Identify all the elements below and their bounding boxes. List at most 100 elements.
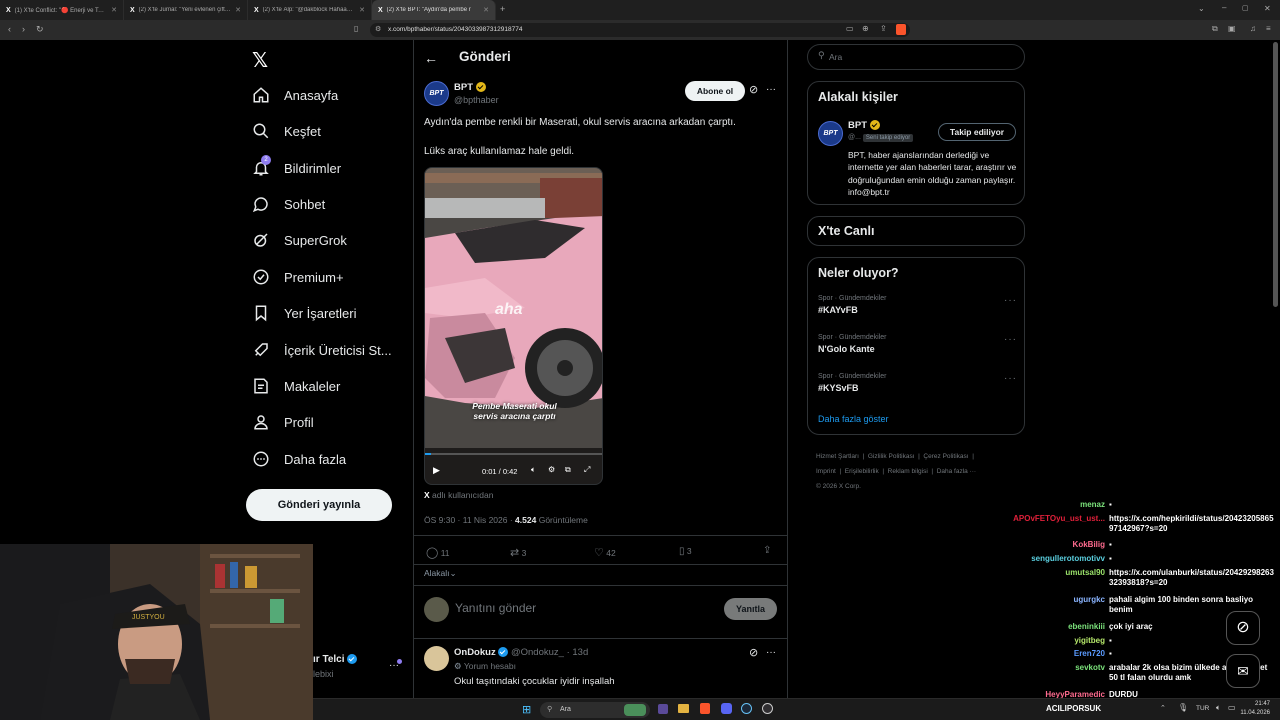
reload-icon[interactable]: ↻: [36, 24, 44, 35]
nav-item-premium[interactable]: Premium+: [252, 265, 344, 289]
site-info-icon[interactable]: ⚙: [375, 25, 381, 33]
more-options-icon[interactable]: ···: [766, 647, 776, 658]
nav-item-home[interactable]: Anasayfa: [252, 83, 338, 107]
related-avatar[interactable]: BPT: [818, 121, 843, 146]
menu-icon[interactable]: ≡: [1266, 24, 1271, 33]
reply-avatar[interactable]: [424, 646, 449, 671]
grok-icon[interactable]: ⊘: [749, 646, 758, 659]
browser-tab[interactable]: X (1) X'te Conflict: "🔴 Enerji ve Tabii K…: [0, 0, 124, 20]
cast-icon[interactable]: ▭: [846, 24, 854, 33]
minimize-icon[interactable]: –: [1222, 3, 1226, 12]
grok-icon[interactable]: ⊘: [749, 83, 758, 96]
nav-item-explore[interactable]: Keşfet: [252, 119, 321, 143]
brave-browser-icon[interactable]: [700, 703, 710, 714]
chevron-down-icon[interactable]: ⌄: [1198, 4, 1205, 13]
author-handle[interactable]: @bpthaber: [454, 95, 499, 105]
obs-icon[interactable]: [762, 703, 773, 714]
microphone-icon[interactable]: 🎙︎: [1178, 703, 1188, 712]
browser-tab[interactable]: X (2) X'te Jurnal: "Yeni evlenen çift, ma…: [124, 0, 248, 20]
related-name[interactable]: BPT: [848, 120, 880, 131]
close-tab-icon[interactable]: ✕: [235, 6, 241, 14]
windows-start-icon[interactable]: ⊞: [522, 703, 531, 716]
language-indicator[interactable]: TUR: [1196, 705, 1209, 712]
file-explorer-icon[interactable]: [678, 704, 689, 713]
nav-item-bookmarks[interactable]: Yer İşaretleri: [252, 301, 357, 325]
nav-item-articles[interactable]: Makaleler: [252, 374, 340, 398]
source-attribution[interactable]: X adlı kullanıcıdan: [424, 490, 493, 500]
nav-item-chat[interactable]: Sohbet: [252, 192, 325, 216]
maximize-icon[interactable]: ▢: [1242, 4, 1249, 12]
following-button[interactable]: Takip ediliyor: [938, 123, 1016, 141]
close-tab-icon[interactable]: ✕: [359, 6, 365, 14]
avatar[interactable]: BPT: [424, 81, 449, 106]
back-icon[interactable]: ‹: [8, 24, 11, 34]
tray-chevron-icon[interactable]: ⌃: [1160, 704, 1166, 712]
live-on-x-card[interactable]: X'te Canlı: [807, 216, 1025, 246]
url-field[interactable]: x.com/bpthaber/status/204303398731291877…: [370, 23, 910, 37]
forward-icon[interactable]: ›: [22, 24, 25, 34]
new-tab-icon[interactable]: +: [500, 4, 505, 14]
volume-icon[interactable]: 🔈︎: [531, 465, 536, 475]
bookmark-icon[interactable]: ▯: [354, 24, 358, 33]
post-button[interactable]: Gönderi yayınla: [246, 489, 392, 521]
trend-item[interactable]: Spor · Gündemdekiler #KAYvFB: [818, 295, 886, 315]
close-tab-icon[interactable]: ✕: [483, 6, 489, 14]
brave-shield-icon[interactable]: [896, 24, 906, 35]
author-name[interactable]: BPT: [454, 82, 486, 93]
search-box[interactable]: ⚲ Ara: [807, 44, 1025, 70]
picture-in-picture-icon[interactable]: ⧉: [565, 465, 571, 475]
nav-item-supergrok[interactable]: SuperGrok: [252, 228, 347, 252]
share-icon[interactable]: ⇪: [880, 24, 887, 33]
fullscreen-icon[interactable]: ⤢: [584, 465, 590, 475]
article-icon: [254, 378, 268, 394]
show-more-link[interactable]: Daha fazla göster: [818, 414, 889, 424]
battery-icon[interactable]: ▭: [1228, 703, 1236, 712]
x-logo-icon[interactable]: 𝕏: [252, 48, 268, 73]
clock[interactable]: 21:47 11.04.2026: [1238, 700, 1270, 718]
browser-tab[interactable]: X (2) X'te Âlp: "@dakblock Hahaahhah ✕: [248, 0, 372, 20]
messages-icon[interactable]: ✉: [1226, 654, 1260, 688]
zoom-icon[interactable]: ⊕: [862, 24, 869, 33]
like-action[interactable]: ♡ 42: [594, 546, 616, 559]
back-arrow-icon[interactable]: ←: [424, 50, 438, 66]
close-tab-icon[interactable]: ✕: [111, 6, 117, 14]
nav-item-profile[interactable]: Profil: [252, 410, 314, 434]
wallet-icon[interactable]: ▣: [1228, 24, 1236, 33]
reply-author[interactable]: OnDokuz @Ondokuz_ · 13d: [454, 647, 588, 658]
subscribe-button[interactable]: Abone ol: [685, 81, 745, 101]
reply-button[interactable]: Yanıtla: [724, 598, 777, 620]
reply-input[interactable]: Yanıtını gönder: [455, 601, 536, 615]
taskbar-search[interactable]: ⚲ Ara: [540, 702, 650, 718]
user-avatar[interactable]: [424, 597, 449, 622]
more-options-icon[interactable]: ···: [766, 84, 776, 95]
nav-item-more[interactable]: Daha fazla: [252, 447, 346, 471]
share-icon[interactable]: ⇪: [763, 545, 771, 556]
grok-icon[interactable]: ⊘: [1226, 611, 1260, 645]
discord-icon[interactable]: [721, 703, 732, 714]
reply-action[interactable]: ◯ 11: [426, 546, 450, 559]
steam-icon[interactable]: [741, 703, 752, 714]
task-view-icon[interactable]: [658, 704, 668, 714]
settings-icon[interactable]: ⚙: [548, 465, 555, 474]
play-icon[interactable]: ▶: [433, 465, 440, 476]
more-options-icon[interactable]: ···: [1004, 373, 1017, 384]
extensions-icon[interactable]: ⧉: [1212, 24, 1218, 34]
repost-action[interactable]: ⇄ 3: [510, 546, 526, 559]
close-window-icon[interactable]: ✕: [1264, 4, 1271, 13]
related-handle: @... Seni takip ediyor: [848, 134, 914, 142]
browser-tab-active[interactable]: X (2) X'te BPT: "Aydın'da pembe r ✕: [372, 0, 496, 20]
account-name[interactable]: ır Telci: [313, 654, 358, 665]
media-icon[interactable]: ♫: [1250, 24, 1256, 33]
video-player[interactable]: aha Pembe Maserati okul servis aracına ç…: [424, 167, 603, 485]
more-options-icon[interactable]: ···: [1004, 334, 1017, 345]
volume-icon[interactable]: 🔈︎: [1216, 703, 1221, 713]
bookmark-action[interactable]: ▯ 3: [679, 546, 692, 557]
trend-item[interactable]: Spor · Gündemdekiler #KYSvFB: [818, 373, 886, 393]
nav-item-notifications[interactable]: 2 Bildirimler: [252, 155, 341, 180]
trend-item[interactable]: Spor · Gündemdekiler N'Golo Kante: [818, 334, 886, 354]
search-input[interactable]: Ara: [829, 52, 842, 62]
sort-dropdown[interactable]: Alakalı⌄: [424, 568, 457, 579]
nav-item-creator-studio[interactable]: İçerik Üreticisi St...: [252, 338, 392, 362]
scrollbar-thumb[interactable]: [1273, 42, 1278, 307]
more-options-icon[interactable]: ···: [1004, 295, 1017, 306]
